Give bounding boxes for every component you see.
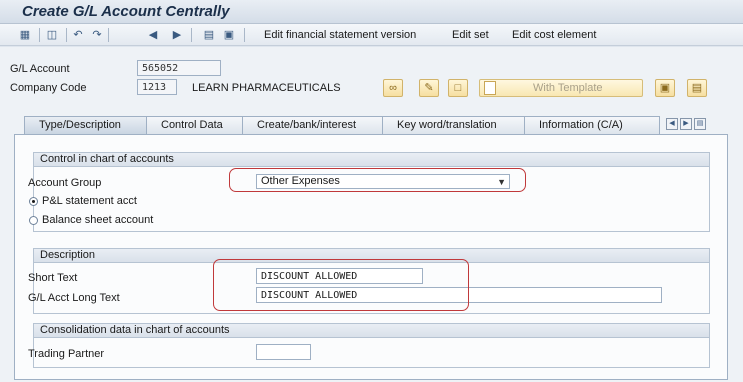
- document-icon[interactable]: ▣: [222, 28, 236, 42]
- tab-information-ca[interactable]: Information (C/A): [524, 116, 660, 134]
- lock-button[interactable]: ▣: [655, 79, 675, 97]
- glasses-icon: ∞: [389, 82, 397, 94]
- gl-account-field[interactable]: 565052: [137, 60, 221, 76]
- lock-icon: ▣: [659, 82, 671, 94]
- toolbar-separator: [39, 28, 40, 42]
- company-name-text: LEARN PHARMACEUTICALS: [192, 82, 341, 94]
- tab-list-icon[interactable]: ▤: [694, 118, 706, 130]
- trading-partner-label: Trading Partner: [28, 348, 105, 360]
- undo-icon[interactable]: ↶: [71, 28, 85, 42]
- trash-icon: ▤: [691, 82, 703, 94]
- title-bar: Create G/L Account Centrally: [0, 0, 743, 24]
- hierarchy-icon[interactable]: ▤: [202, 28, 216, 42]
- balance-sheet-radio[interactable]: [29, 216, 38, 225]
- template-document-icon: [484, 81, 496, 95]
- edit-set-link[interactable]: Edit set: [452, 29, 489, 41]
- toolbar-separator: [191, 28, 192, 42]
- edit-button[interactable]: ✎: [419, 79, 439, 97]
- long-text-label: G/L Acct Long Text: [28, 292, 120, 304]
- gl-account-label: G/L Account: [10, 63, 70, 75]
- new-icon[interactable]: ▦: [18, 28, 32, 42]
- edit-financial-statement-version-link[interactable]: Edit financial statement version: [264, 29, 416, 41]
- consolidation-group-title: Consolidation data in chart of accounts: [34, 324, 709, 338]
- toolbar-separator: [108, 28, 109, 42]
- tab-create-bank-interest[interactable]: Create/bank/interest: [242, 116, 398, 134]
- tab-scroll-right-icon[interactable]: ▶: [680, 118, 692, 130]
- trading-partner-input[interactable]: [256, 344, 311, 360]
- description-highlight: [213, 259, 469, 311]
- glasses-display-button[interactable]: ∞: [383, 79, 403, 97]
- application-toolbar: ▦ ◫ ↶ ↷ ◀ ▶ ▤ ▣ Edit financial statement…: [0, 24, 743, 46]
- short-text-label: Short Text: [28, 272, 78, 284]
- tab-scroll-left-icon[interactable]: ◀: [666, 118, 678, 130]
- toolbar-separator: [66, 28, 67, 42]
- tab-type-description[interactable]: Type/Description: [24, 116, 162, 134]
- control-group-title: Control in chart of accounts: [34, 153, 709, 167]
- delete-button[interactable]: ▤: [687, 79, 707, 97]
- with-template-label: With Template: [533, 82, 603, 94]
- redo-icon[interactable]: ↷: [90, 28, 104, 42]
- company-code-label: Company Code: [10, 82, 87, 94]
- tab-key-word-translation[interactable]: Key word/translation: [382, 116, 540, 134]
- consolidation-group: Consolidation data in chart of accounts: [33, 323, 710, 368]
- blank-document-icon: □: [454, 82, 462, 94]
- copy-icon[interactable]: ◫: [45, 28, 59, 42]
- with-template-button[interactable]: With Template: [479, 79, 643, 97]
- page-title: Create G/L Account Centrally: [22, 3, 230, 20]
- edit-cost-element-link[interactable]: Edit cost element: [512, 29, 596, 41]
- tab-strip: Type/Description Control Data Create/ban…: [14, 116, 728, 134]
- balance-sheet-label: Balance sheet account: [42, 214, 154, 226]
- previous-icon[interactable]: ◀: [146, 28, 160, 42]
- pl-statement-radio[interactable]: [29, 197, 38, 206]
- toolbar-separator: [244, 28, 245, 42]
- pencil-icon: ✎: [424, 82, 434, 94]
- account-group-highlight: [229, 168, 526, 192]
- account-group-label: Account Group: [28, 177, 102, 189]
- next-icon[interactable]: ▶: [170, 28, 184, 42]
- pl-statement-label: P&L statement acct: [42, 195, 137, 207]
- company-code-field[interactable]: 1213: [137, 79, 177, 95]
- create-button[interactable]: □: [448, 79, 468, 97]
